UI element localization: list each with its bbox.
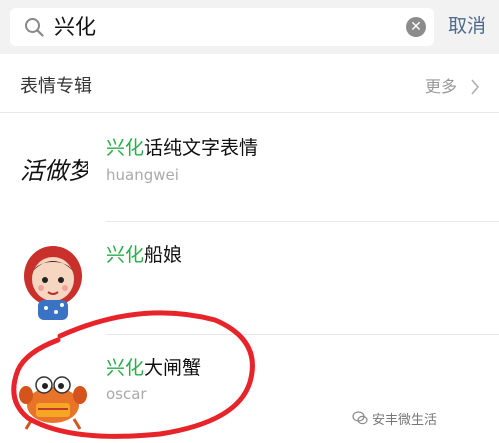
item-title-highlight: 兴化 xyxy=(106,244,145,266)
item-title: 兴化船娘 xyxy=(106,242,182,268)
search-input[interactable]: 兴化 ✕ xyxy=(10,8,434,46)
item-title-rest: 船娘 xyxy=(144,244,183,266)
svg-text:活做梦: 活做梦 xyxy=(20,157,88,185)
search-bar: 兴化 ✕ 取消 xyxy=(0,0,499,54)
section-title: 表情专辑 xyxy=(20,76,92,97)
more-link[interactable]: 更多 xyxy=(425,76,457,98)
item-title: 兴化话纯文字表情 xyxy=(106,135,258,161)
item-title-rest: 话纯文字表情 xyxy=(144,137,259,159)
list-item[interactable]: 活做梦 兴化话纯文字表情 huangwei xyxy=(0,113,499,221)
calligraphy-thumbnail: 活做梦 xyxy=(20,157,88,185)
chevron-right-icon[interactable] xyxy=(470,78,480,96)
red-annotation-circle xyxy=(11,310,255,439)
wechat-logo-icon xyxy=(352,411,368,425)
watermark-text: 安丰微生活 xyxy=(372,413,438,428)
section-header: 表情专辑 更多 xyxy=(0,62,499,112)
search-icon xyxy=(25,18,44,37)
cancel-button[interactable]: 取消 xyxy=(448,13,486,39)
item-subtitle: huangwei xyxy=(106,166,179,184)
search-query-text[interactable]: 兴化 xyxy=(54,14,96,40)
item-title-highlight: 兴化 xyxy=(106,137,145,159)
clear-icon[interactable]: ✕ xyxy=(406,17,426,37)
